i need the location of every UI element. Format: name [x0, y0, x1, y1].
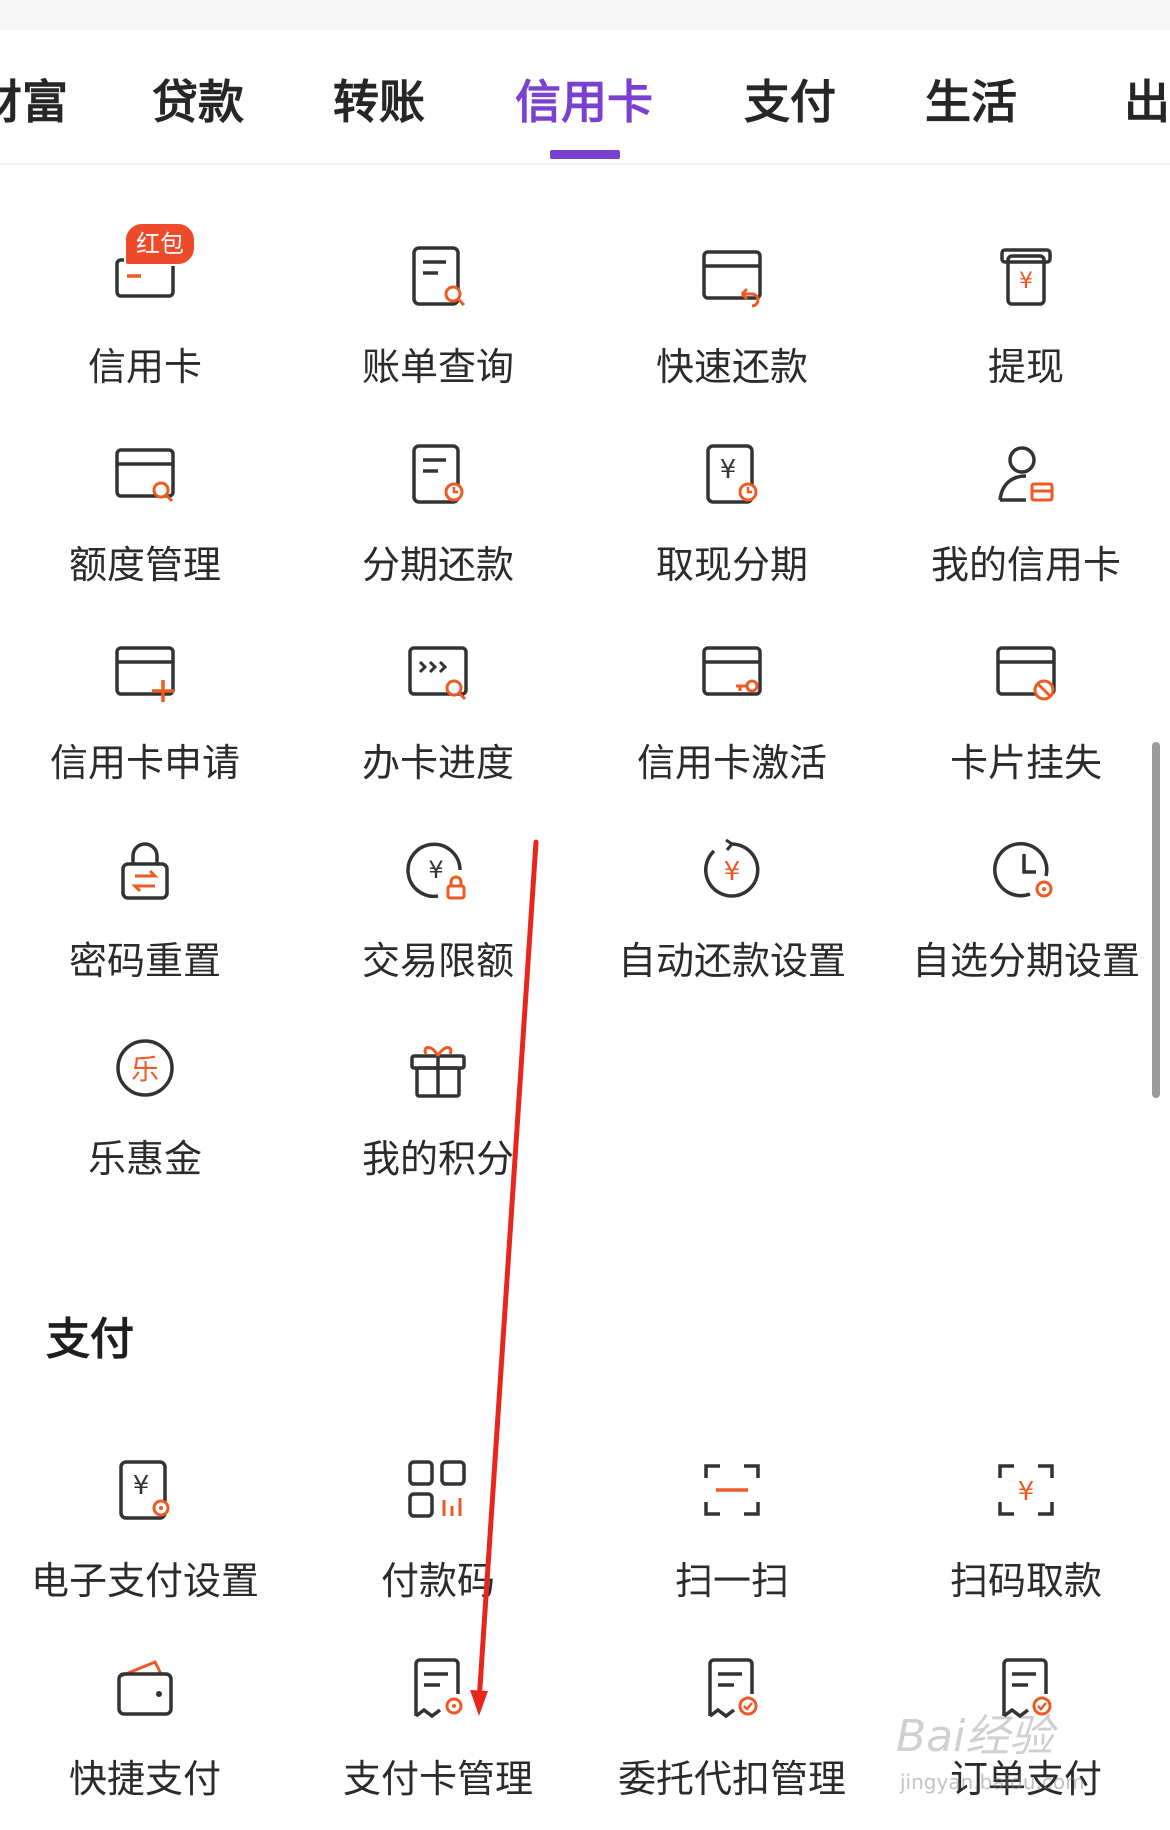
grid-item-transaction-limit[interactable]: ¥ 交易限额 — [291, 832, 585, 1012]
grid-item-label: 支付卡管理 — [342, 1757, 533, 1801]
bill-clock-icon — [408, 444, 468, 504]
tab-life[interactable]: 生活 — [925, 66, 1017, 132]
grid-item-label: 信用卡申请 — [49, 741, 240, 785]
grid-item-label: 信用卡 — [87, 345, 202, 389]
grid-item-payment-card-management[interactable]: 支付卡管理 — [291, 1650, 585, 1830]
grid-item-custom-installment-settings[interactable]: 自选分期设置 — [879, 832, 1170, 1012]
grid-item-label: 自选分期设置 — [911, 939, 1140, 983]
clock-settings-icon — [993, 840, 1056, 900]
scan-yuan-icon: ¥ — [996, 1460, 1056, 1520]
grid-item-scan-withdraw[interactable]: ¥ 扫码取款 — [879, 1452, 1170, 1632]
grid-item-quick-repay[interactable]: 快速还款 — [585, 238, 879, 418]
card-search-icon — [115, 444, 175, 504]
watermark-logo: Bai经验 — [896, 1711, 1054, 1762]
grid-item-cash-installment[interactable]: ¥ 取现分期 — [585, 436, 879, 616]
active-tab-indicator — [550, 150, 620, 159]
grid-item-label: 扫码取款 — [949, 1559, 1102, 1603]
grid-item-label: 我的积分 — [361, 1137, 514, 1181]
grid-item-scan[interactable]: 扫一扫 — [585, 1452, 879, 1632]
grid-item-label: 额度管理 — [68, 543, 221, 587]
grid-item-label: 委托代扣管理 — [617, 1757, 846, 1801]
tab-payment[interactable]: 支付 — [744, 66, 836, 132]
wallet-icon — [115, 1658, 175, 1718]
svg-text:¥: ¥ — [720, 455, 737, 485]
doc-check-icon — [702, 1658, 762, 1719]
svg-text:¥: ¥ — [133, 1471, 150, 1501]
yuan-refresh-icon: ¥ — [702, 838, 762, 900]
grid-item-label: 我的信用卡 — [930, 543, 1121, 587]
grid-item-entrusted-debit-management[interactable]: 委托代扣管理 — [585, 1650, 879, 1830]
tab-abroad[interactable]: 出国 — [1124, 66, 1170, 132]
lock-swap-icon — [115, 840, 175, 900]
tab-transfer[interactable]: 转账 — [333, 66, 425, 132]
grid-item-bill-query[interactable]: 账单查询 — [291, 238, 585, 418]
grid-item-auto-repay-settings[interactable]: ¥ 自动还款设置 — [585, 832, 879, 1012]
grid-item-label: 办卡进度 — [361, 741, 514, 785]
grid-item-label: 信用卡激活 — [636, 741, 827, 785]
tab-credit-card[interactable]: 信用卡 — [515, 66, 653, 132]
svg-text:¥: ¥ — [428, 856, 443, 884]
grid-item-label: 付款码 — [380, 1559, 495, 1603]
grid-item-label: 扫一扫 — [674, 1559, 789, 1603]
grid-item-e-payment-settings[interactable]: ¥ 电子支付设置 — [0, 1452, 292, 1632]
le-coin-icon: 乐 — [115, 1038, 175, 1098]
vertical-scrollbar[interactable] — [1152, 742, 1160, 1098]
grid-item-label: 快捷支付 — [68, 1757, 221, 1801]
grid-item-label: 卡片挂失 — [949, 741, 1102, 785]
grid-item-label: 分期还款 — [361, 543, 514, 587]
grid-item-label: 账单查询 — [361, 345, 514, 389]
grid-item-card-loss-report[interactable]: 卡片挂失 — [879, 634, 1170, 814]
card-return-icon — [702, 246, 762, 308]
svg-text:乐: 乐 — [131, 1053, 159, 1086]
bill-search-icon — [408, 246, 468, 307]
grid-item-quick-pay[interactable]: 快捷支付 — [0, 1650, 292, 1830]
progress-search-icon — [408, 642, 468, 702]
grid-item-withdraw[interactable]: ¥ 提现 — [879, 238, 1170, 418]
doc-settings-icon — [408, 1658, 468, 1719]
grid-item-label: 乐惠金 — [87, 1137, 202, 1181]
card-key-icon — [702, 642, 762, 702]
grid-item-label: 取现分期 — [655, 543, 808, 587]
watermark-url: jingyan.baidu.com — [900, 1770, 1085, 1794]
section-title-payment: 支付 — [46, 1314, 134, 1365]
svg-text:¥: ¥ — [1018, 1477, 1035, 1507]
category-tab-bar: 财富 贷款 转账 信用卡 支付 生活 出国 — [0, 30, 1170, 165]
grid-item-label: 提现 — [987, 345, 1064, 389]
grid-item-my-credit-card[interactable]: 我的信用卡 — [879, 436, 1170, 616]
grid-item-label: 快速还款 — [655, 345, 808, 389]
yuan-doc-clock-icon: ¥ — [702, 444, 762, 504]
card-block-icon — [996, 642, 1056, 702]
grid-item-label: 交易限额 — [361, 939, 514, 983]
grid-item-limit-management[interactable]: 额度管理 — [0, 436, 292, 616]
grid-item-label: 自动还款设置 — [617, 939, 846, 983]
yuan-withdraw-icon: ¥ — [996, 246, 1056, 306]
grid-item-password-reset[interactable]: 密码重置 — [0, 832, 292, 1012]
svg-text:¥: ¥ — [724, 857, 741, 887]
grid-item-lehuijin[interactable]: 乐 乐惠金 — [0, 1030, 292, 1210]
grid-item-label: 电子支付设置 — [30, 1559, 259, 1603]
tab-wealth[interactable]: 财富 — [0, 66, 68, 132]
scan-icon — [702, 1460, 762, 1520]
grid-item-my-points[interactable]: 我的积分 — [291, 1030, 585, 1210]
tab-loan[interactable]: 贷款 — [152, 66, 244, 132]
grid-item-label: 密码重置 — [68, 939, 221, 983]
svg-text:¥: ¥ — [1019, 269, 1033, 294]
yuan-doc-settings-icon: ¥ — [115, 1460, 175, 1520]
grid-item-card-activation[interactable]: 信用卡激活 — [585, 634, 879, 814]
status-strip — [0, 0, 1170, 30]
grid-item-application-progress[interactable]: 办卡进度 — [291, 634, 585, 814]
grid-item-installment-repay[interactable]: 分期还款 — [291, 436, 585, 616]
red-packet-badge: 红包 — [124, 222, 196, 266]
yuan-lock-icon: ¥ — [406, 840, 468, 900]
grid-item-payment-code[interactable]: 付款码 — [291, 1452, 585, 1632]
card-add-icon — [115, 642, 175, 702]
user-card-icon — [996, 444, 1056, 504]
pay-code-icon — [408, 1460, 468, 1520]
grid-item-card-application[interactable]: 信用卡申请 — [0, 634, 292, 814]
gift-icon — [408, 1038, 468, 1098]
